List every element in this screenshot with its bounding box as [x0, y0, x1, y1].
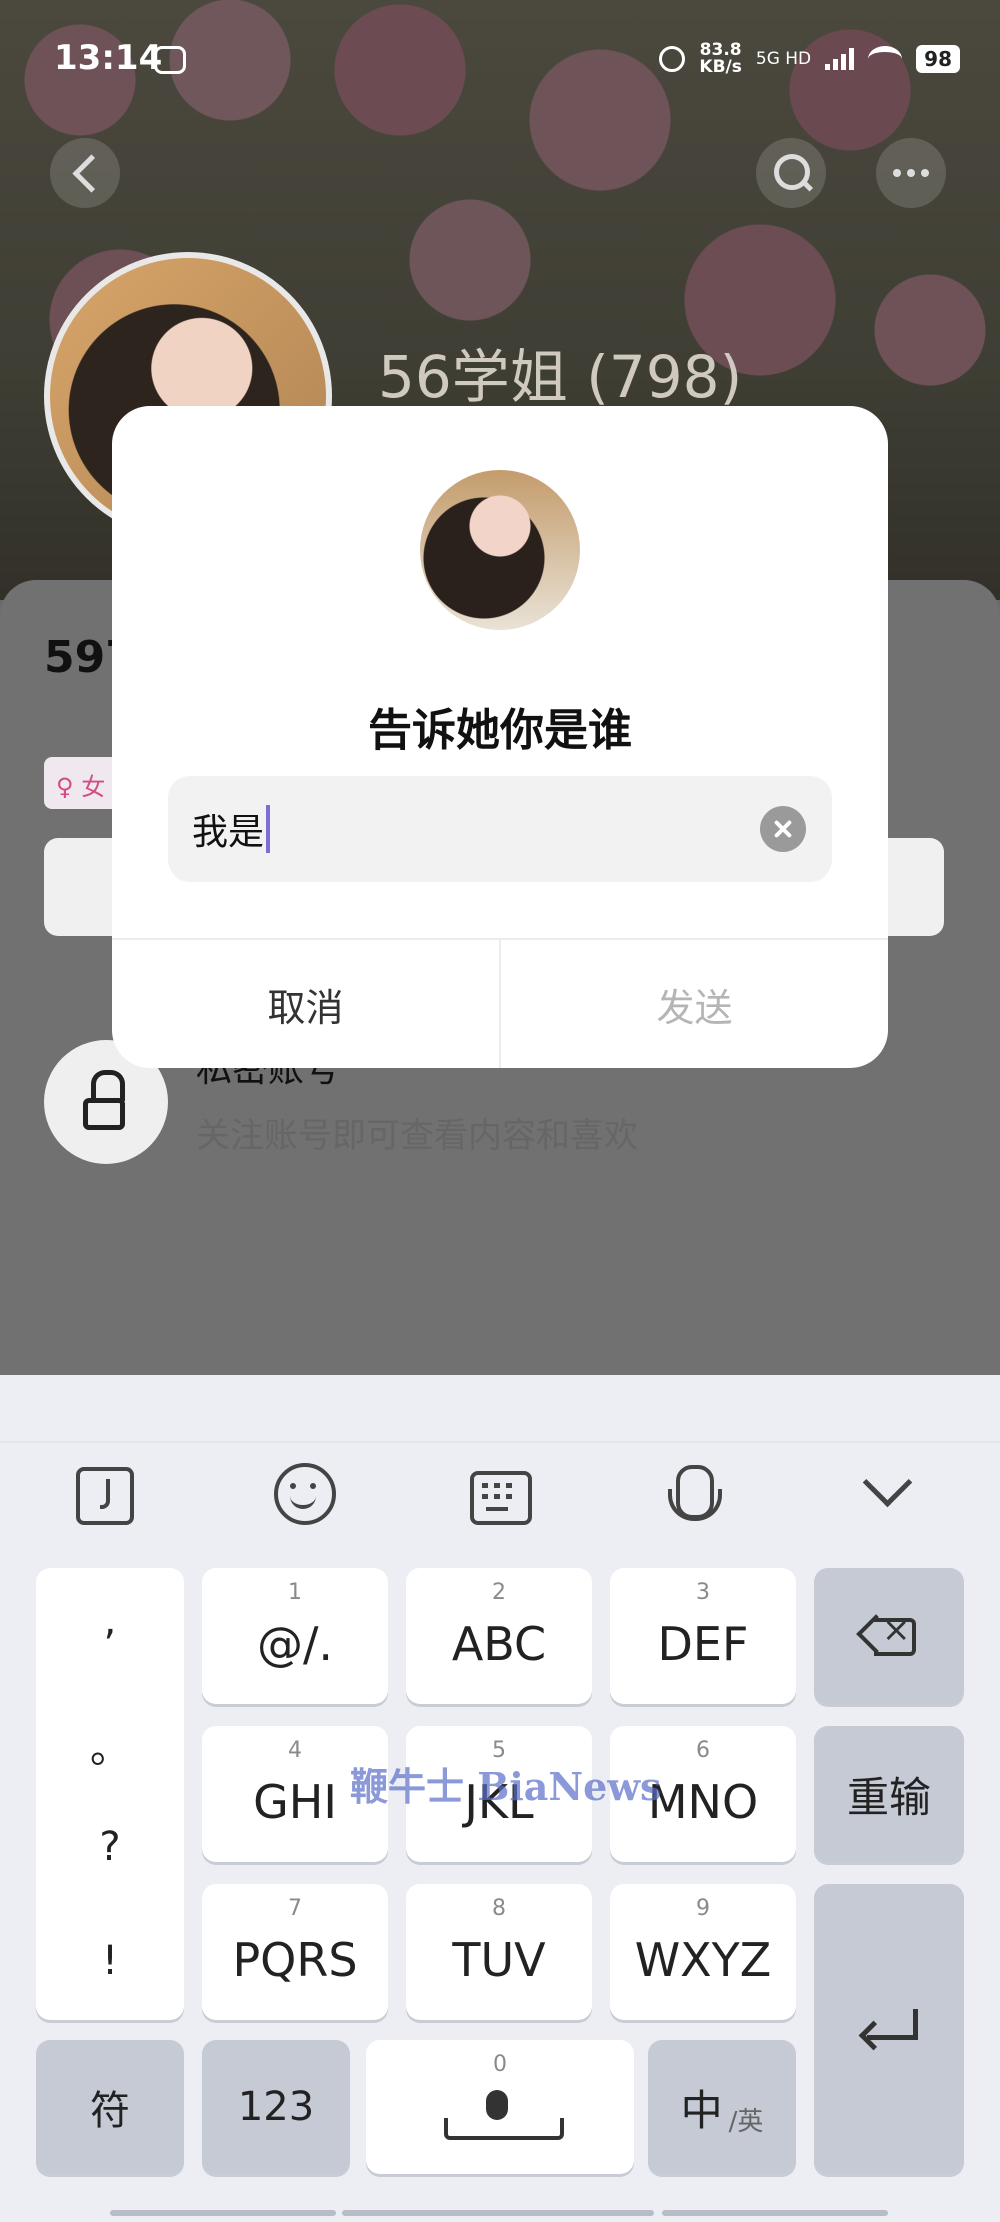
language-switch-key[interactable]: 中/英 — [648, 2040, 796, 2174]
intro-input[interactable]: 我是 — [168, 776, 832, 882]
wifi-icon — [868, 46, 903, 72]
lock-icon — [83, 1070, 129, 1130]
back-button[interactable] — [50, 138, 120, 208]
space-key[interactable]: 0 — [366, 2040, 634, 2174]
punctuation-column[interactable]: , 。 ? ! — [36, 1568, 184, 2020]
backspace-icon — [856, 1610, 916, 1656]
cancel-button[interactable]: 取消 — [112, 940, 499, 1068]
profile-name: 56学姐 (798) — [378, 343, 743, 411]
enter-key[interactable] — [814, 1884, 964, 2174]
status-right: 83.8 KB/s 5G HD 98 — [659, 42, 960, 76]
keyboard-separator — [0, 1441, 1000, 1443]
watermark: 鞭牛士 BiaNews — [350, 1764, 662, 1809]
key-8[interactable]: 8 TUV — [406, 1884, 592, 2020]
punct-comma-key[interactable]: , — [36, 1598, 184, 1644]
home-indicator-left — [110, 2210, 336, 2216]
private-account-subtitle: 关注账号即可查看内容和喜欢 — [196, 1116, 638, 1156]
more-options-button[interactable] — [876, 138, 946, 208]
collapse-keyboard-icon[interactable] — [862, 1457, 913, 1508]
punct-exclaim-key[interactable]: ! — [36, 1938, 184, 1984]
symbols-key[interactable]: 符 — [36, 2040, 184, 2174]
punct-period-key[interactable]: 。 — [36, 1716, 184, 1774]
notification-bot-icon — [154, 46, 186, 74]
net-speed: 83.8 KB/s — [699, 40, 742, 77]
dialog-title: 告诉她你是谁 — [368, 705, 632, 756]
status-time: 13:14 — [54, 38, 163, 78]
search-button[interactable] — [756, 138, 826, 208]
dialog-avatar — [420, 470, 580, 630]
intro-input-text: 我是 — [192, 812, 265, 853]
key-2[interactable]: 2 ABC — [406, 1568, 592, 1704]
home-indicator-right — [662, 2210, 888, 2216]
intro-dialog: 告诉她你是谁 我是 取消 发送 — [112, 406, 888, 1068]
space-bar-icon — [444, 2118, 564, 2140]
key-9[interactable]: 9 WXYZ — [610, 1884, 796, 2020]
key-7[interactable]: 7 PQRS — [202, 1884, 388, 2020]
keyboard-layout-icon[interactable] — [470, 1471, 532, 1525]
space-mic-icon — [486, 2090, 508, 2120]
battery-indicator: 98 — [916, 45, 960, 73]
clear-input-icon[interactable] — [760, 806, 806, 852]
alarm-icon — [659, 46, 686, 72]
reinput-key[interactable]: 重输 — [814, 1726, 964, 1862]
numbers-key[interactable]: 123 — [202, 2040, 350, 2174]
punct-question-key[interactable]: ? — [36, 1824, 184, 1870]
emoji-icon[interactable] — [274, 1463, 336, 1525]
network-label: 5G HD — [755, 49, 812, 69]
key-1[interactable]: 1 @/. — [202, 1568, 388, 1704]
status-bar: 13:14 83.8 KB/s 5G HD 98 — [0, 0, 1000, 110]
home-indicator[interactable] — [342, 2210, 654, 2216]
signal-icon — [825, 48, 855, 70]
text-caret — [266, 805, 271, 853]
voice-input-icon[interactable] — [668, 1465, 722, 1521]
enter-icon — [861, 2009, 918, 2049]
handwriting-icon[interactable] — [76, 1467, 134, 1525]
backspace-key[interactable] — [814, 1568, 964, 1704]
more-dot-icon — [893, 169, 901, 177]
key-3[interactable]: 3 DEF — [610, 1568, 796, 1704]
send-button[interactable]: 发送 — [501, 940, 888, 1068]
